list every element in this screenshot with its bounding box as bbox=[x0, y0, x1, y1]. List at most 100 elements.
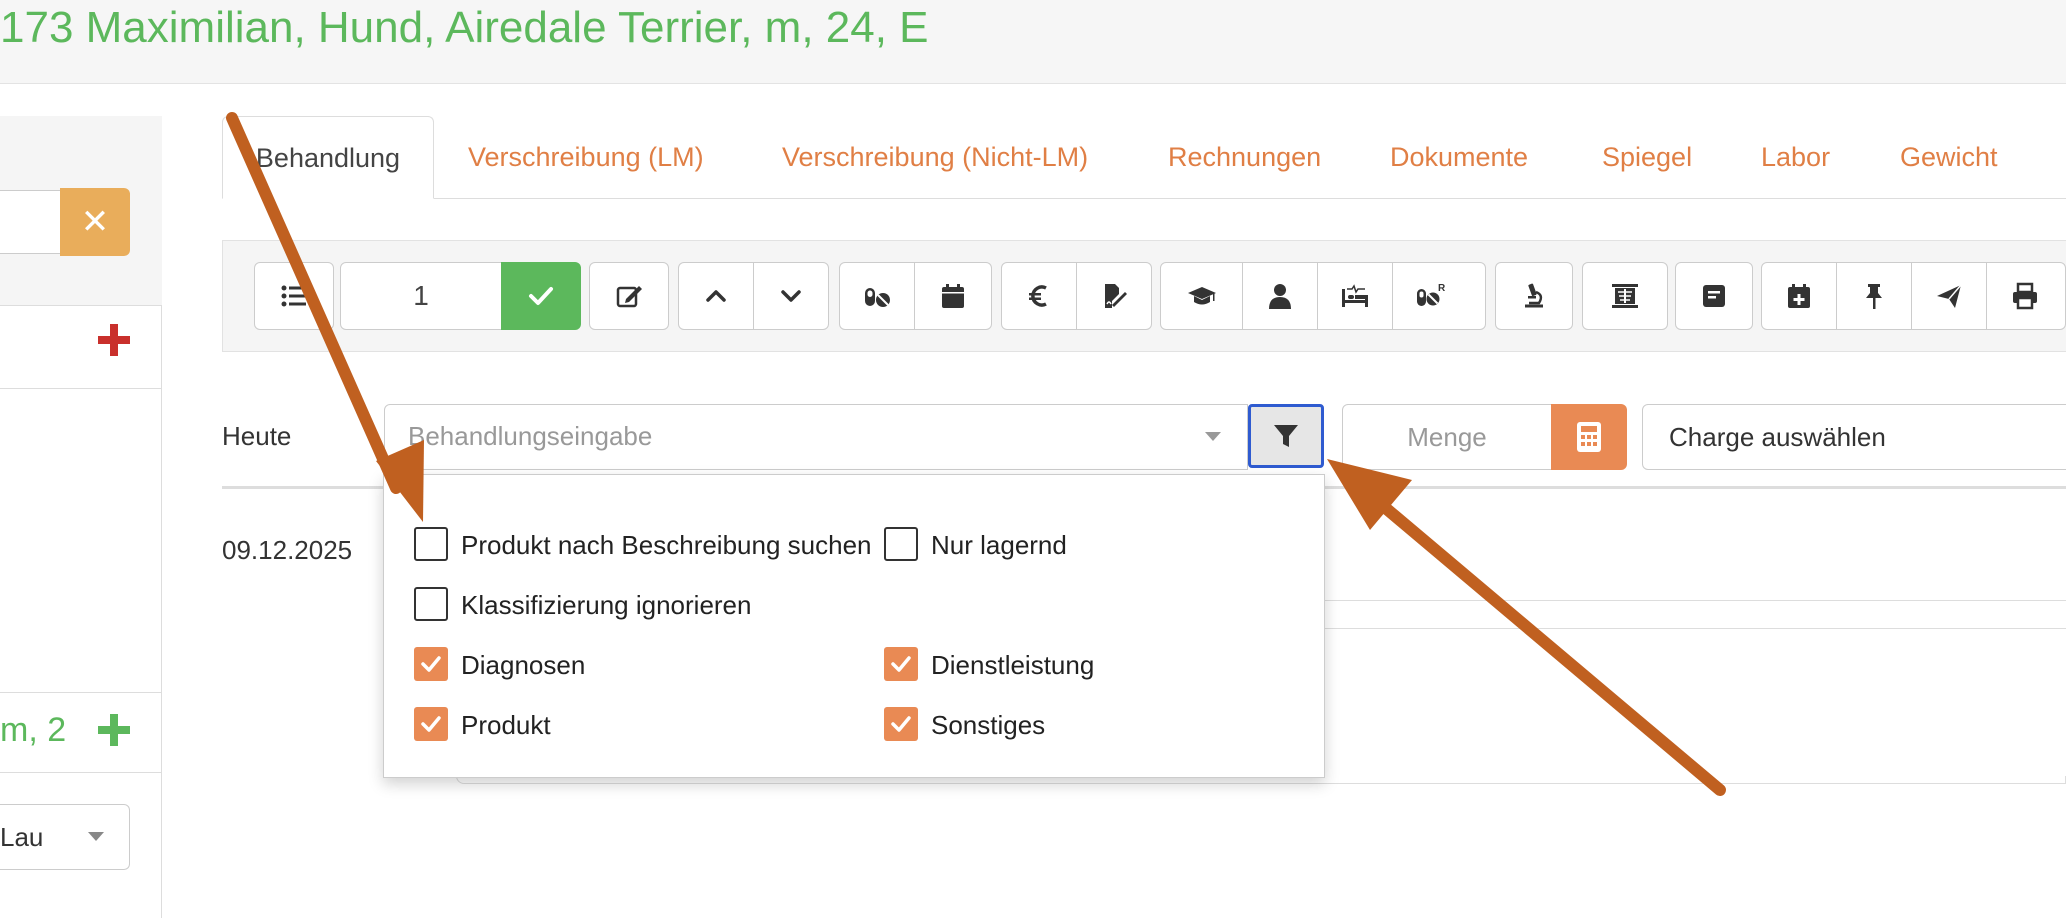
option-label[interactable]: Nur lagernd bbox=[931, 527, 1067, 563]
chevron-up-icon bbox=[706, 290, 726, 302]
divider bbox=[0, 772, 162, 773]
tab-verschreibung-lm[interactable]: Verschreibung (LM) bbox=[468, 116, 704, 199]
note-button[interactable] bbox=[1676, 263, 1752, 329]
check-icon bbox=[529, 287, 553, 305]
send-icon bbox=[1937, 284, 1962, 308]
filter-icon bbox=[1274, 425, 1298, 447]
checkbox-other[interactable] bbox=[884, 707, 918, 741]
inpatient-button[interactable] bbox=[1318, 263, 1393, 329]
toolbar-group-medication bbox=[839, 262, 992, 330]
quantity-input[interactable]: 1 bbox=[340, 262, 502, 330]
amount-input[interactable]: Menge bbox=[1342, 404, 1552, 470]
entry-date: 09.12.2025 bbox=[222, 535, 353, 565]
divider bbox=[0, 388, 162, 389]
plus-icon bbox=[98, 714, 130, 746]
option-label[interactable]: Produkt bbox=[461, 707, 551, 743]
add-button-red[interactable] bbox=[96, 322, 132, 358]
divider bbox=[1324, 600, 2066, 601]
toolbar-group-actions bbox=[1761, 262, 2066, 330]
pills-icon bbox=[865, 288, 890, 307]
signature-icon bbox=[1104, 284, 1127, 308]
option-label[interactable]: Klassifizierung ignorieren bbox=[461, 587, 751, 623]
calendar-icon bbox=[941, 284, 964, 308]
move-up-button[interactable] bbox=[679, 263, 754, 329]
print-button[interactable] bbox=[1987, 263, 2062, 329]
treatment-input-placeholder: Behandlungseingabe bbox=[408, 421, 653, 451]
edit-icon bbox=[616, 286, 642, 308]
add-button-green[interactable] bbox=[96, 712, 132, 748]
add-appointment-button[interactable] bbox=[1762, 263, 1837, 329]
list-icon bbox=[281, 285, 306, 307]
check-icon bbox=[421, 656, 441, 672]
checkbox-in-stock[interactable] bbox=[884, 527, 918, 561]
divider bbox=[0, 692, 162, 693]
tab-rechnungen[interactable]: Rechnungen bbox=[1168, 116, 1321, 199]
xray-button[interactable] bbox=[1583, 263, 1667, 329]
calendar-plus-icon bbox=[1788, 284, 1810, 308]
print-icon bbox=[2012, 282, 2037, 310]
close-icon: ✕ bbox=[80, 203, 110, 241]
toolbar-group-move bbox=[678, 262, 829, 330]
checkbox-services[interactable] bbox=[884, 647, 918, 681]
tab-verschreibung-nicht-lm[interactable]: Verschreibung (Nicht-LM) bbox=[782, 116, 1088, 199]
plus-icon bbox=[98, 324, 130, 356]
caret-down-icon[interactable] bbox=[1205, 432, 1221, 441]
tab-dokumente[interactable]: Dokumente bbox=[1390, 116, 1528, 199]
left-select-value: Lau bbox=[0, 822, 44, 852]
tab-labor[interactable]: Labor bbox=[1761, 116, 1830, 199]
xray-icon bbox=[1612, 284, 1638, 308]
pin-icon bbox=[1866, 284, 1882, 309]
option-label[interactable]: Produkt nach Beschreibung suchen bbox=[461, 527, 872, 563]
filter-button[interactable] bbox=[1248, 404, 1324, 468]
tab-spiegel[interactable]: Spiegel bbox=[1602, 116, 1692, 199]
check-icon bbox=[891, 716, 911, 732]
toolbar-group-list bbox=[254, 262, 334, 330]
annotation-arrow-line bbox=[1376, 499, 1726, 796]
checkbox-diagnoses[interactable] bbox=[414, 647, 448, 681]
training-button[interactable] bbox=[1161, 263, 1243, 329]
caret-down-icon bbox=[88, 832, 104, 841]
toolbar-group-edit bbox=[589, 262, 669, 330]
pin-button[interactable] bbox=[1837, 263, 1912, 329]
list-button[interactable] bbox=[255, 263, 333, 329]
option-label[interactable]: Dienstleistung bbox=[931, 647, 1094, 683]
move-down-button[interactable] bbox=[754, 263, 829, 329]
toolbar-group-billing bbox=[1001, 262, 1152, 330]
clear-button[interactable]: ✕ bbox=[60, 188, 130, 256]
microscope-icon bbox=[1525, 283, 1543, 308]
graduation-cap-icon bbox=[1187, 287, 1216, 305]
edit-button[interactable] bbox=[590, 263, 668, 329]
checkbox-search-description[interactable] bbox=[414, 527, 448, 561]
lab-button[interactable] bbox=[1496, 263, 1572, 329]
calculator-button[interactable] bbox=[1551, 404, 1627, 470]
hospital-bed-icon bbox=[1342, 284, 1368, 307]
patient-title: 173 Maximilian, Hund, Airedale Terrier, … bbox=[0, 3, 929, 52]
confirm-button[interactable] bbox=[501, 262, 581, 330]
option-label[interactable]: Diagnosen bbox=[461, 647, 585, 683]
toolbar-group-xray bbox=[1582, 262, 1668, 330]
calculator-icon bbox=[1577, 422, 1601, 452]
prescription-button[interactable]: R bbox=[1393, 263, 1468, 329]
checkbox-product[interactable] bbox=[414, 707, 448, 741]
divider bbox=[1324, 628, 2066, 629]
tab-gewicht[interactable]: Gewicht bbox=[1900, 116, 1998, 199]
checkbox-ignore-classification[interactable] bbox=[414, 587, 448, 621]
tab-behandlung[interactable]: Behandlung bbox=[222, 116, 434, 199]
left-patient-snippet[interactable]: m, 2 bbox=[0, 708, 70, 752]
note-icon bbox=[1703, 285, 1725, 307]
prescription-superscript: R bbox=[1438, 283, 1446, 294]
calendar-button[interactable] bbox=[915, 263, 990, 329]
left-search-input[interactable] bbox=[0, 190, 62, 254]
user-icon bbox=[1269, 284, 1291, 309]
signature-button[interactable] bbox=[1077, 263, 1152, 329]
batch-select[interactable]: Charge auswählen bbox=[1642, 404, 2066, 470]
option-label[interactable]: Sonstiges bbox=[931, 707, 1045, 743]
patient-button[interactable] bbox=[1243, 263, 1318, 329]
send-button[interactable] bbox=[1912, 263, 1987, 329]
prescription-pills-icon: R bbox=[1416, 283, 1446, 306]
medication-button[interactable] bbox=[840, 263, 915, 329]
toolbar-group-lab bbox=[1495, 262, 1573, 330]
euro-button[interactable] bbox=[1002, 263, 1077, 329]
euro-icon bbox=[1028, 285, 1047, 307]
toolbar-group-patient: R bbox=[1160, 262, 1486, 330]
